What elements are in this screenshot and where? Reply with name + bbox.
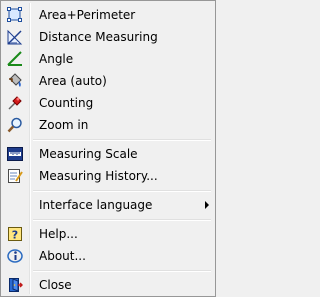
menu-item-label: Area+Perimeter — [39, 8, 136, 22]
menu-item-label: Measuring History... — [39, 169, 158, 183]
menu-item-help[interactable]: ? Help... — [3, 223, 213, 245]
menu-item-measuring-history[interactable]: Measuring History... — [3, 165, 213, 187]
menu-item-label: Help... — [39, 227, 78, 241]
scale-icon — [7, 146, 23, 162]
menu-separator — [33, 190, 211, 192]
angle-icon — [7, 51, 23, 67]
menu-item-label: Counting — [39, 96, 94, 110]
menu-item-angle[interactable]: Angle — [3, 48, 213, 70]
menu-item-area-auto[interactable]: Area (auto) — [3, 70, 213, 92]
menu-item-label: Angle — [39, 52, 74, 66]
menu-item-label: Interface language — [39, 198, 153, 212]
menu-item-about[interactable]: About... — [3, 245, 213, 267]
context-menu: Area+Perimeter Distance Measuring Angle — [0, 0, 216, 297]
menu-item-measuring-scale[interactable]: Measuring Scale — [3, 143, 213, 165]
menu-item-interface-language[interactable]: Interface language — [3, 194, 213, 216]
area-perimeter-icon — [7, 7, 23, 23]
menu-item-area-perimeter[interactable]: Area+Perimeter — [3, 4, 213, 26]
exit-door-icon — [7, 277, 23, 293]
menu-item-label: Close — [39, 278, 72, 292]
menu-item-label: Zoom in — [39, 118, 89, 132]
info-icon — [7, 248, 23, 264]
magnifier-icon — [7, 117, 23, 133]
menu-item-label: Distance Measuring — [39, 30, 158, 44]
pushpin-icon — [7, 95, 23, 111]
menu-item-distance-measuring[interactable]: Distance Measuring — [3, 26, 213, 48]
paint-bucket-icon — [7, 73, 23, 89]
menu-item-counting[interactable]: Counting — [3, 92, 213, 114]
svg-text:?: ? — [12, 229, 18, 242]
submenu-arrow-icon — [205, 201, 209, 209]
notepad-icon — [7, 168, 23, 184]
menu-separator — [33, 219, 211, 221]
menu-item-label: About... — [39, 249, 86, 263]
menu-item-label: Measuring Scale — [39, 147, 138, 161]
menu-separator — [33, 139, 211, 141]
menu-item-label: Area (auto) — [39, 74, 107, 88]
help-icon: ? — [7, 226, 23, 242]
menu-item-close[interactable]: Close — [3, 274, 213, 296]
menu-item-zoom-in[interactable]: Zoom in — [3, 114, 213, 136]
ruler-icon — [7, 29, 23, 45]
menu-separator — [33, 270, 211, 272]
